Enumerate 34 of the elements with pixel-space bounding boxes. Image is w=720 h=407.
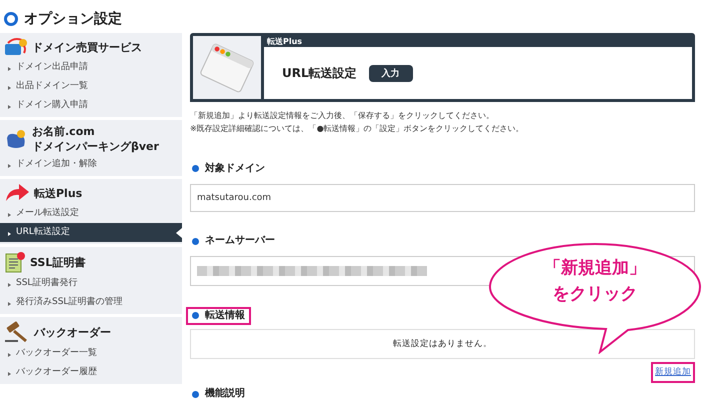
card-category: 転送Plus [264, 36, 692, 47]
sidebar-group-title: 転送Plus [34, 186, 82, 200]
instruction-text: 「新規追加」より転送設定情報をご入力後、「保存する」をクリックしてください。 [190, 110, 495, 122]
domain-field[interactable]: matsutarou.com [190, 184, 695, 212]
sidebar-group-title: ドメイン売買サービス [32, 40, 142, 54]
section-heading: ネームサーバー [186, 232, 281, 250]
sidebar-item[interactable]: バックオーダー履歴 [0, 363, 182, 382]
sidebar-item[interactable]: SSL証明書発行 [0, 274, 182, 293]
instruction-text: ※既存設定詳細確認については、「●転送情報」の「設定」ボタンをクリックしてください。 [190, 123, 525, 135]
section-heading: 対象ドメイン [186, 160, 271, 178]
certificate-icon [4, 251, 26, 273]
add-new-link[interactable]: 新規追加 [651, 362, 695, 382]
section-heading: 機能説明 [186, 385, 251, 403]
sidebar-item[interactable]: バックオーダー一覧 [0, 344, 182, 363]
arrow-icon [4, 183, 30, 203]
gavel-icon [4, 321, 30, 343]
circle-icon [4, 12, 18, 26]
sidebar-item[interactable]: ドメイン購入申請 [0, 96, 182, 115]
sidebar-item[interactable]: URL転送設定 [0, 223, 182, 242]
card-title: URL転送設定 [282, 64, 357, 82]
sidebar-item[interactable]: ドメイン追加・解除 [0, 155, 182, 174]
sidebar-item[interactable]: メール転送設定 [0, 204, 182, 223]
empty-message: 転送設定はありません。 [190, 328, 695, 358]
step-badge: 入力 [368, 64, 413, 82]
sidebar-item[interactable]: ドメイン出品申請 [0, 58, 182, 77]
sidebar-item[interactable]: 発行済みSSL証明書の管理 [0, 293, 182, 312]
sidebar-group-title: バックオーダー [34, 324, 111, 340]
page-title: オプション設定 [24, 10, 122, 28]
callout-text: 「新規追加」 [544, 257, 646, 280]
callout-text: をクリック [552, 283, 638, 306]
sidebar-group-title: お名前.com ドメインパーキングβver [32, 124, 159, 154]
sidebar-item[interactable]: 出品ドメイン一覧 [0, 77, 182, 96]
section-heading: 転送情報 [186, 306, 251, 324]
sidebar-group-title: SSL証明書 [30, 254, 86, 270]
